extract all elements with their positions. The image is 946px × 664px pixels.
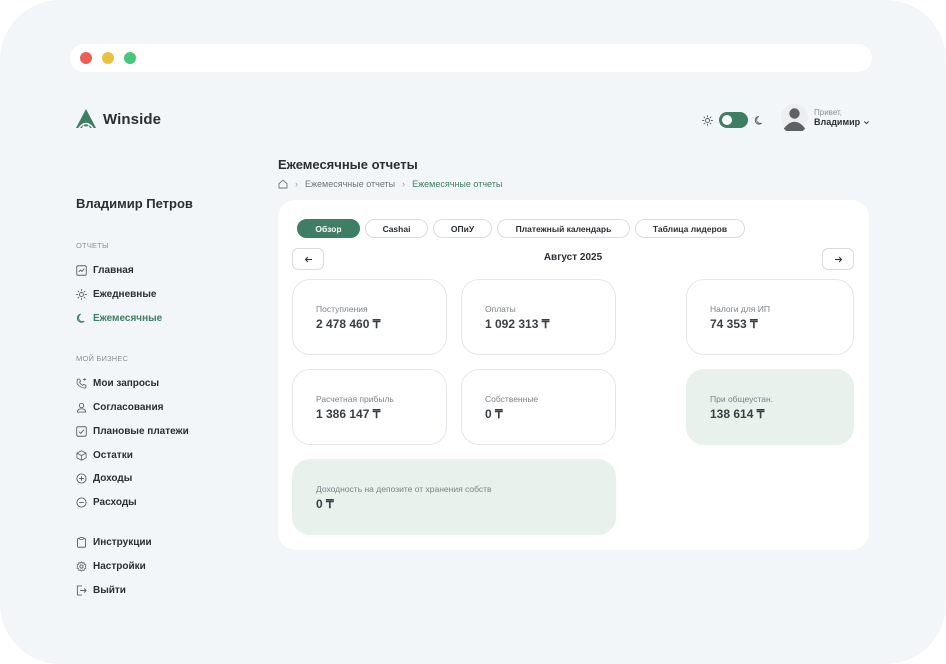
page-title: Ежемесячные отчеты	[278, 157, 418, 172]
sidebar-item-instructions[interactable]: Инструкции	[76, 535, 152, 549]
plus-circle-icon	[76, 472, 87, 484]
user-greeting: Привет,	[814, 108, 843, 117]
box-icon	[76, 449, 87, 461]
avatar	[781, 104, 808, 131]
sidebar-item-label: Остатки	[93, 449, 133, 461]
sidebar-item-balances[interactable]: Остатки	[76, 448, 133, 462]
breadcrumb-separator: ›	[402, 179, 406, 189]
sidebar-item-label: Настройки	[93, 560, 146, 572]
brand-logo[interactable]: Winside	[75, 108, 161, 130]
next-month-button[interactable]	[822, 248, 854, 270]
sidebar-item-label: Расходы	[93, 496, 137, 508]
sidebar-item-label: Выйти	[93, 584, 126, 596]
toggle-knob	[722, 115, 732, 125]
sidebar-item-daily[interactable]: Ежедневные	[76, 287, 156, 301]
stat-label: Доходность на депозите от хранения собст…	[316, 484, 492, 494]
stat-label: Оплаты	[485, 304, 516, 314]
close-window-button[interactable]	[80, 52, 92, 64]
stat-card-own-funds: Собственные 0 ₸	[461, 369, 616, 445]
moon-icon	[754, 115, 763, 125]
breadcrumb-link[interactable]: Ежемесячные отчеты	[305, 179, 395, 189]
stat-card-deposit-yield: Доходность на депозите от хранения собст…	[292, 459, 616, 535]
theme-switch	[702, 112, 765, 128]
minimize-window-button[interactable]	[102, 52, 114, 64]
tab-cashai[interactable]: Cashai	[365, 219, 428, 238]
section-label-business: МОЙ БИЗНЕС	[76, 354, 129, 363]
sidebar-item-approvals[interactable]: Согласования	[76, 400, 163, 414]
home-icon[interactable]	[278, 179, 288, 189]
tab-pnl[interactable]: ОПиУ	[433, 219, 492, 238]
chevron-down-icon	[864, 120, 870, 124]
sidebar-item-label: Плановые платежи	[93, 425, 189, 437]
stat-label: Налоги для ИП	[710, 304, 770, 314]
stat-value: 74 353 ₸	[710, 317, 758, 331]
stat-card-estimated-profit: Расчетная прибыль 1 386 147 ₸	[292, 369, 447, 445]
stat-card-taxes: Налоги для ИП 74 353 ₸	[686, 279, 854, 355]
stat-label: Расчетная прибыль	[316, 394, 394, 404]
app-frame: Winside Привет, Владимир Владимир Петров…	[0, 0, 946, 664]
stat-value: 0 ₸	[485, 407, 503, 421]
stat-value: 1 092 313 ₸	[485, 317, 550, 331]
window-titlebar	[70, 44, 872, 72]
report-tabs: Обзор Cashai ОПиУ Платежный календарь Та…	[297, 219, 745, 238]
stat-label: Собственные	[485, 394, 539, 404]
sidebar-user-name: Владимир Петров	[76, 196, 193, 211]
user-icon	[76, 402, 87, 413]
sidebar-item-settings[interactable]: Настройки	[76, 559, 146, 573]
sidebar-item-label: Главная	[93, 264, 134, 276]
sidebar-item-home[interactable]: Главная	[76, 263, 134, 277]
month-navigator: Август 2025	[292, 248, 854, 270]
sidebar-item-logout[interactable]: Выйти	[76, 583, 126, 597]
minus-circle-icon	[76, 496, 87, 508]
gear-icon	[76, 560, 87, 572]
stat-value: 2 478 460 ₸	[316, 317, 381, 331]
phone-icon	[76, 377, 87, 388]
breadcrumb-current: Ежемесячные отчеты	[412, 179, 503, 189]
breadcrumb-separator: ›	[295, 179, 298, 189]
sidebar-item-requests[interactable]: Мои запросы	[76, 376, 159, 390]
sidebar-item-planned-payments[interactable]: Плановые платежи	[76, 424, 189, 438]
user-name-label: Владимир	[814, 117, 861, 127]
chart-check-icon	[76, 264, 87, 276]
stat-card-receipts: Поступления 2 478 460 ₸	[292, 279, 447, 355]
maximize-window-button[interactable]	[124, 52, 136, 64]
logout-icon	[76, 584, 87, 596]
report-panel: Обзор Cashai ОПиУ Платежный календарь Та…	[278, 200, 869, 550]
stat-label: При общеустан.	[710, 394, 774, 404]
sidebar-item-label: Инструкции	[93, 536, 152, 548]
tab-overview[interactable]: Обзор	[297, 219, 360, 238]
user-name: Владимир	[814, 117, 870, 127]
breadcrumb: › Ежемесячные отчеты › Ежемесячные отчет…	[278, 179, 502, 189]
brand-name: Winside	[103, 110, 162, 128]
month-label: Август 2025	[543, 252, 603, 263]
moon-icon	[76, 313, 85, 323]
winside-logo-icon	[76, 109, 96, 129]
tab-leaderboard[interactable]: Таблица лидеров	[635, 219, 745, 238]
stat-value: 0 ₸	[316, 497, 334, 511]
stat-card-general-regime: При общеустан. 138 614 ₸	[686, 369, 854, 445]
sidebar-item-label: Мои запросы	[93, 377, 159, 389]
tab-payment-calendar[interactable]: Платежный календарь	[497, 219, 630, 238]
sidebar-item-expenses[interactable]: Расходы	[76, 495, 137, 509]
user-menu[interactable]: Привет, Владимир	[781, 104, 870, 131]
arrow-right-icon	[834, 256, 842, 262]
sun-icon	[702, 114, 713, 126]
stat-label: Поступления	[316, 304, 368, 314]
sidebar-item-income[interactable]: Доходы	[76, 471, 132, 485]
sidebar-item-monthly[interactable]: Ежемесячные	[76, 311, 162, 325]
clipboard-icon	[77, 536, 86, 548]
sidebar-item-label: Согласования	[93, 401, 164, 413]
theme-toggle[interactable]	[719, 112, 748, 128]
sun-icon	[76, 288, 87, 300]
sidebar-item-label: Ежемесячные	[93, 312, 163, 324]
stat-value: 138 614 ₸	[710, 407, 765, 421]
sidebar-item-label: Ежедневные	[93, 288, 157, 300]
sidebar-item-label: Доходы	[93, 472, 133, 484]
stat-card-payments: Оплаты 1 092 313 ₸	[461, 279, 616, 355]
section-label-reports: ОТЧЕТЫ	[76, 241, 109, 250]
checkbox-icon	[76, 425, 87, 437]
stat-value: 1 386 147 ₸	[316, 407, 381, 421]
